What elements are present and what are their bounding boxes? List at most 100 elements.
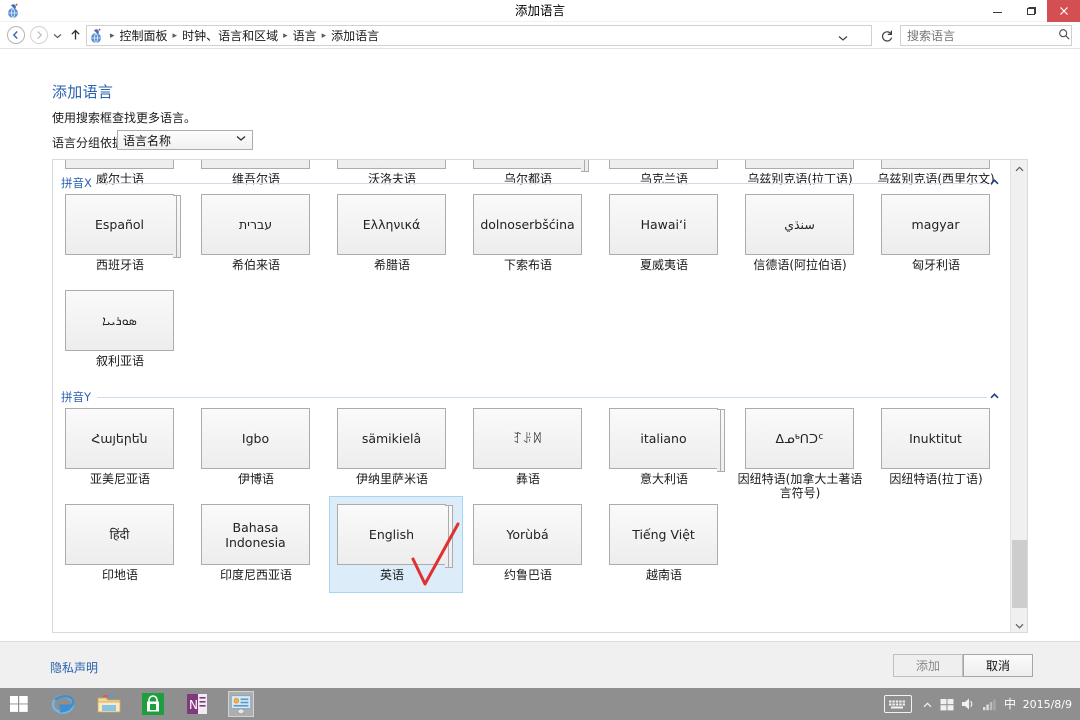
language-tile-caption: 意大利语	[639, 472, 688, 486]
content-area: 添加语言 使用搜索框查找更多语言。 语言分组依据: 语言名称 威尔士语 维吾尔语沃…	[0, 49, 1080, 641]
page-subtitle: 使用搜索框查找更多语言。	[52, 111, 197, 125]
breadcrumb-item-1[interactable]: 时钟、语言和区域	[180, 27, 280, 44]
language-tile-native-name[interactable]: हिंदी	[65, 504, 174, 565]
language-tile-caption: 伊博语	[237, 472, 274, 486]
language-tile-native-name[interactable]: Español	[65, 194, 181, 258]
chevron-up-icon[interactable]	[987, 392, 1001, 402]
language-tile-native-name[interactable]: עברית	[201, 194, 310, 255]
language-tile-caption: 夏威夷语	[639, 258, 688, 272]
breadcrumb-separator: ▸	[172, 30, 178, 41]
search-input[interactable]	[901, 28, 1057, 43]
language-tile-native-name[interactable]: Bahasa Indonesia	[201, 504, 310, 565]
privacy-statement-link[interactable]: 隐私声明	[50, 659, 98, 676]
language-tile-native-name[interactable]	[65, 160, 174, 169]
up-button[interactable]	[68, 28, 82, 42]
language-group-name: 拼音X	[61, 176, 92, 190]
group-by-value: 语言名称	[123, 133, 172, 148]
language-tile-caption: 因纽特语(拉丁语)	[889, 472, 983, 486]
language-tile-caption: 印地语	[101, 568, 138, 582]
add-button[interactable]: 添加	[893, 654, 963, 677]
language-tile-native-name[interactable]: Yorùbá	[473, 504, 582, 565]
language-group-header[interactable]: 拼音X	[61, 176, 1001, 190]
language-tile-caption: 叙利亚语	[95, 354, 144, 368]
language-tile-caption: 印度尼西亚语	[219, 568, 292, 582]
language-group-header[interactable]: 拼音Y	[61, 390, 1001, 404]
close-button[interactable]	[1047, 0, 1080, 22]
language-tile-native-name[interactable]: Tiếng Việt	[609, 504, 718, 565]
group-divider-line	[97, 182, 987, 184]
language-tile-caption: 西班牙语	[95, 258, 144, 272]
maximize-restore-button[interactable]	[1014, 0, 1047, 22]
scroll-down-arrow-icon[interactable]	[1011, 617, 1027, 632]
language-tile-native-name[interactable]: Հայերեն	[65, 408, 174, 469]
language-tile-caption: 伊纳里萨米语	[355, 472, 428, 486]
language-list-scrollbar[interactable]	[1010, 160, 1027, 632]
language-tile-native-name[interactable]: Inuktitut	[881, 408, 990, 469]
refresh-button[interactable]	[878, 27, 895, 44]
forward-button[interactable]	[30, 26, 48, 44]
language-tile-native-name[interactable]	[881, 160, 990, 169]
language-tile-native-name[interactable]: ᐃᓄᒃᑎᑐᑦ	[745, 408, 854, 469]
title-bar: 添加语言	[0, 0, 1080, 22]
scrollbar-thumb[interactable]	[1012, 540, 1027, 608]
language-tile-native-name[interactable]: سنڌي	[745, 194, 854, 255]
action-center-icon[interactable]	[939, 696, 955, 712]
control-panel-taskbar-button[interactable]	[228, 691, 254, 717]
language-tile-native-name[interactable]: ܣܘܪܝܝܐ	[65, 290, 174, 351]
language-tile-native-name[interactable]: English	[337, 504, 453, 568]
breadcrumb-dropdown-icon[interactable]	[837, 32, 849, 44]
language-tile-native-name[interactable]	[609, 160, 718, 169]
language-tile-native-name[interactable]: sämikielâ	[337, 408, 446, 469]
language-tile-native-name[interactable]	[337, 160, 446, 169]
breadcrumb-item-2[interactable]: 语言	[291, 27, 319, 44]
group-by-select[interactable]: 语言名称	[117, 130, 253, 150]
language-tile-caption: 信德语(阿拉伯语)	[753, 258, 847, 272]
minimize-button[interactable]	[981, 0, 1014, 22]
page-title: 添加语言	[52, 83, 114, 101]
language-tile-native-name[interactable]: dolnoserbšćina	[473, 194, 582, 255]
recent-locations-icon[interactable]	[53, 31, 62, 40]
breadcrumb-item-0[interactable]: 控制面板	[118, 27, 170, 44]
internet-explorer-icon[interactable]	[50, 691, 76, 717]
language-tile-caption: 彝语	[515, 472, 540, 486]
network-signal-icon[interactable]	[981, 696, 997, 712]
breadcrumb-separator: ▸	[283, 30, 288, 41]
language-tile-native-name[interactable]: Hawai‘i	[609, 194, 718, 255]
back-button[interactable]	[7, 26, 25, 44]
search-icon[interactable]	[1057, 28, 1071, 44]
breadcrumb-separator: ▸	[321, 30, 327, 41]
language-tile-native-name[interactable]: Igbo	[201, 408, 310, 469]
show-hidden-icons-chevron[interactable]	[923, 701, 932, 710]
breadcrumb[interactable]: ▸ 控制面板 ▸ 时钟、语言和区域 ▸ 语言 ▸ 添加语言	[86, 25, 872, 46]
cancel-button[interactable]: 取消	[963, 654, 1033, 677]
onenote-icon[interactable]: N	[184, 691, 210, 717]
touch-keyboard-icon[interactable]	[884, 695, 912, 713]
language-tile-native-name[interactable]: Ελληνικά	[337, 194, 446, 255]
language-tile-native-name[interactable]: magyar	[881, 194, 990, 255]
language-tile-caption: 希伯来语	[231, 258, 280, 272]
taskbar: N 中 2015/8/9	[0, 688, 1080, 720]
breadcrumb-separator: ▸	[110, 30, 115, 41]
language-tile-native-name[interactable]: italiano	[609, 408, 725, 472]
language-list-panel[interactable]: 威尔士语 维吾尔语 沃洛夫语 乌尔都语 乌克兰语 乌兹别克语(拉丁语) 乌兹别克语(西里尔文…	[52, 159, 1028, 633]
language-tile-caption: 因纽特语(加拿大土著语言符号)	[737, 472, 863, 500]
file-explorer-icon[interactable]	[96, 691, 122, 717]
breadcrumb-item-3[interactable]: 添加语言	[329, 27, 381, 44]
clock-date: 2015/8/9	[1022, 697, 1072, 711]
scroll-up-arrow-icon[interactable]	[1011, 160, 1027, 177]
start-button[interactable]	[6, 691, 32, 717]
language-tile-native-name[interactable]	[473, 160, 589, 172]
language-tile-caption: 约鲁巴语	[503, 568, 552, 582]
search-box[interactable]	[900, 25, 1072, 46]
windows-store-icon[interactable]	[140, 691, 166, 717]
language-tile-native-name[interactable]: ꆈꌠꉙ	[473, 408, 582, 469]
language-tile-native-name[interactable]	[201, 160, 310, 169]
ime-indicator[interactable]: 中	[1002, 696, 1018, 712]
footer-bar: 隐私声明 添加 取消	[0, 641, 1080, 688]
language-tile-native-name[interactable]	[745, 160, 854, 169]
chevron-down-icon	[236, 135, 246, 145]
clock[interactable]: 2015/8/9	[1023, 688, 1072, 720]
volume-icon[interactable]	[960, 696, 976, 712]
chevron-up-icon[interactable]	[987, 178, 1001, 188]
breadcrumb-globe-icon	[89, 28, 105, 44]
